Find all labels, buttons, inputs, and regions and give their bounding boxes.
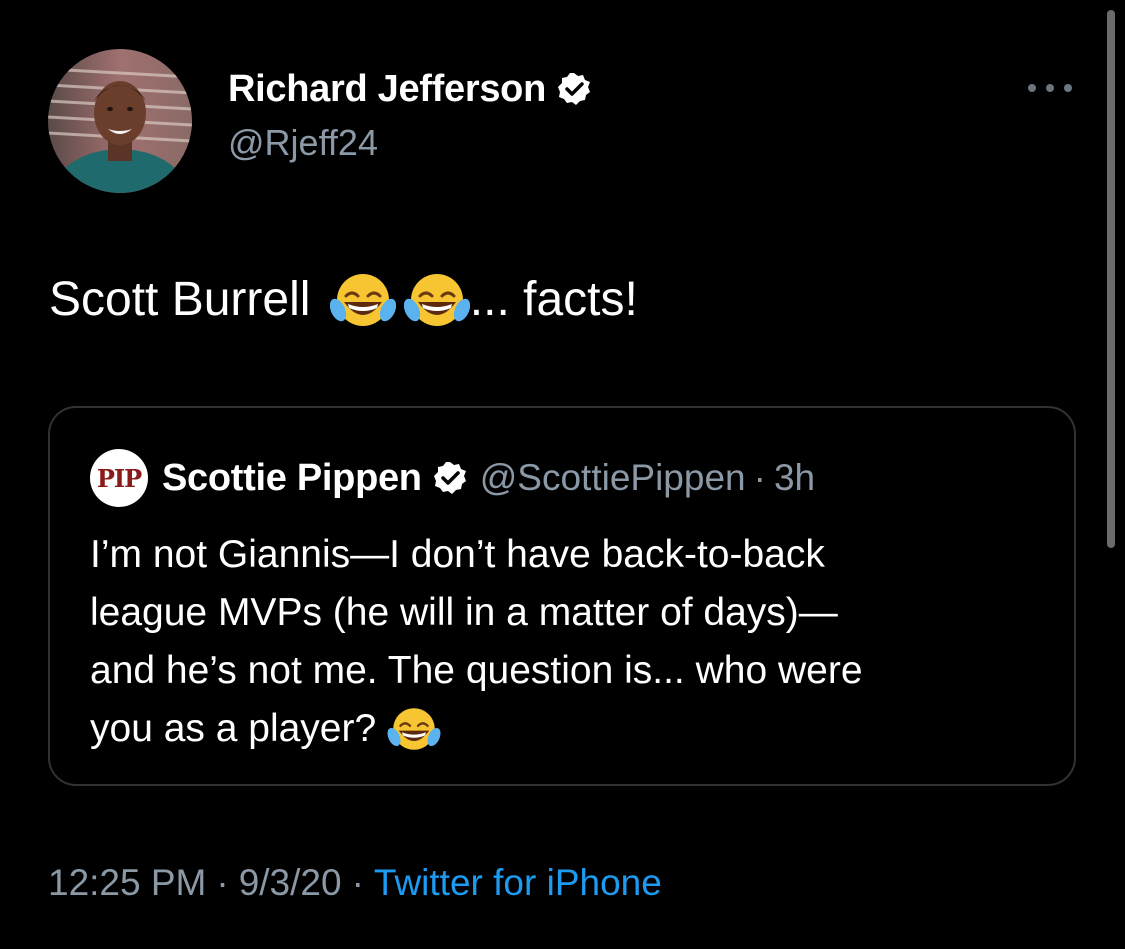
quoted-text-line: you as a player? — [90, 707, 388, 750]
face-with-tears-of-joy-icon — [329, 274, 396, 326]
face-with-tears-of-joy-icon — [387, 708, 441, 750]
verified-badge-icon — [433, 462, 466, 494]
author-avatar[interactable] — [48, 49, 192, 193]
quoted-tweet-header: PIP Scottie Pippen @ScottiePippen · 3h — [90, 449, 815, 507]
tweet-meta: 12:25 PM · 9/3/20 · Twitter for iPhone — [48, 862, 662, 904]
meta-separator: · — [351, 862, 364, 903]
tweet-source-link[interactable]: Twitter for iPhone — [374, 862, 662, 904]
quoted-avatar-logo: PIP — [96, 463, 142, 493]
quoted-author-name[interactable]: Scottie Pippen — [162, 457, 422, 500]
quoted-tweet-card[interactable]: PIP Scottie Pippen @ScottiePippen · 3h I… — [48, 406, 1076, 786]
quoted-author-handle[interactable]: @ScottiePippen — [480, 457, 746, 499]
author-name[interactable]: Richard Jefferson — [228, 68, 546, 111]
quoted-separator: · — [753, 457, 766, 498]
tweet-time[interactable]: 12:25 PM — [48, 862, 206, 904]
tweet-text-start: Scott Burrell — [49, 273, 324, 326]
quoted-author-avatar[interactable]: PIP — [90, 449, 148, 507]
scrollbar[interactable] — [1107, 10, 1115, 548]
tweet-date[interactable]: 9/3/20 — [239, 862, 342, 904]
tweet-text: Scott Burrell ... facts! — [49, 268, 638, 332]
verified-badge-icon — [558, 73, 590, 105]
more-dot-icon — [1028, 84, 1036, 92]
meta-separator: · — [216, 862, 229, 903]
more-dot-icon — [1064, 84, 1072, 92]
quoted-timestamp[interactable]: 3h — [774, 457, 815, 499]
quoted-text-line: league MVPs (he will in a matter of days… — [90, 591, 838, 634]
quoted-tweet-text: I’m not Giannis—I don’t have back-to-bac… — [90, 526, 1040, 758]
tweet-text-end: ... facts! — [469, 273, 638, 326]
quoted-text-line: and he’s not me. The question is... who … — [90, 649, 863, 692]
quoted-text-line-last: you as a player? — [90, 700, 1040, 758]
author-handle[interactable]: @Rjeff24 — [228, 122, 378, 164]
quoted-text-line: I’m not Giannis—I don’t have back-to-bac… — [90, 533, 825, 576]
more-dot-icon — [1046, 84, 1054, 92]
author-name-row[interactable]: Richard Jefferson — [228, 64, 592, 114]
face-with-tears-of-joy-icon — [403, 274, 470, 326]
more-options-button[interactable] — [1026, 76, 1074, 100]
